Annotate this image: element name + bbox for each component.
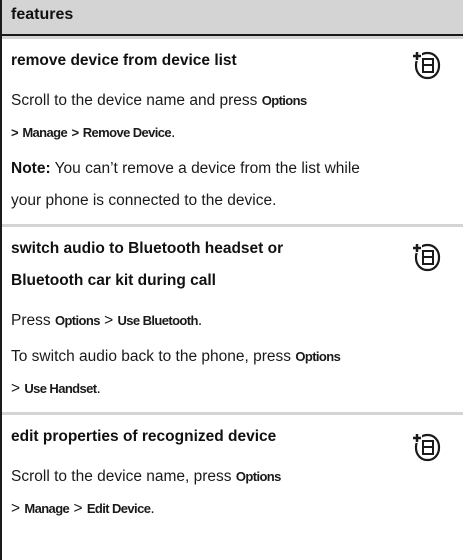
section-switch-audio: switch audio to Bluetooth headset or Blu…: [0, 224, 463, 397]
section-divider: [0, 224, 463, 227]
section-edit-properties: edit properties of recognized device Scr…: [0, 412, 463, 517]
section-title-line2: Bluetooth car kit during call: [11, 272, 216, 289]
section-title: remove device from device list: [11, 52, 237, 69]
instruction-line1: Scroll to the device name and press Opti…: [11, 92, 307, 109]
instruction-line2: > Manage > Remove Device.: [11, 124, 176, 141]
section-divider: [0, 412, 463, 415]
phone-handset-plus-icon: [412, 433, 441, 462]
note-line1: Note: You can’t remove a device from the…: [11, 160, 360, 177]
section-remove-device: remove device from device list Scroll to…: [0, 36, 463, 209]
feature-table: features remove device from device list …: [0, 0, 463, 560]
phone-handset-plus-icon: [412, 243, 441, 272]
left-border: [0, 0, 2, 560]
header-title: features: [11, 6, 74, 23]
note-line2: your phone is connected to the device.: [11, 192, 277, 209]
phone-handset-plus-icon: [412, 51, 441, 80]
section-divider: [0, 36, 463, 39]
instruction-line2: > Manage > Edit Device.: [11, 500, 155, 517]
section-title-line1: switch audio to Bluetooth headset or: [11, 240, 284, 257]
instruction-line1: Press Options > Use Bluetooth.: [11, 312, 203, 329]
instruction2-line2: > Use Handset.: [11, 380, 101, 397]
instruction2-line1: To switch audio back to the phone, press…: [11, 348, 341, 365]
section-title: edit properties of recognized device: [11, 428, 277, 445]
table-header: features: [0, 0, 463, 36]
instruction-line1: Scroll to the device name, press Options: [11, 468, 281, 485]
